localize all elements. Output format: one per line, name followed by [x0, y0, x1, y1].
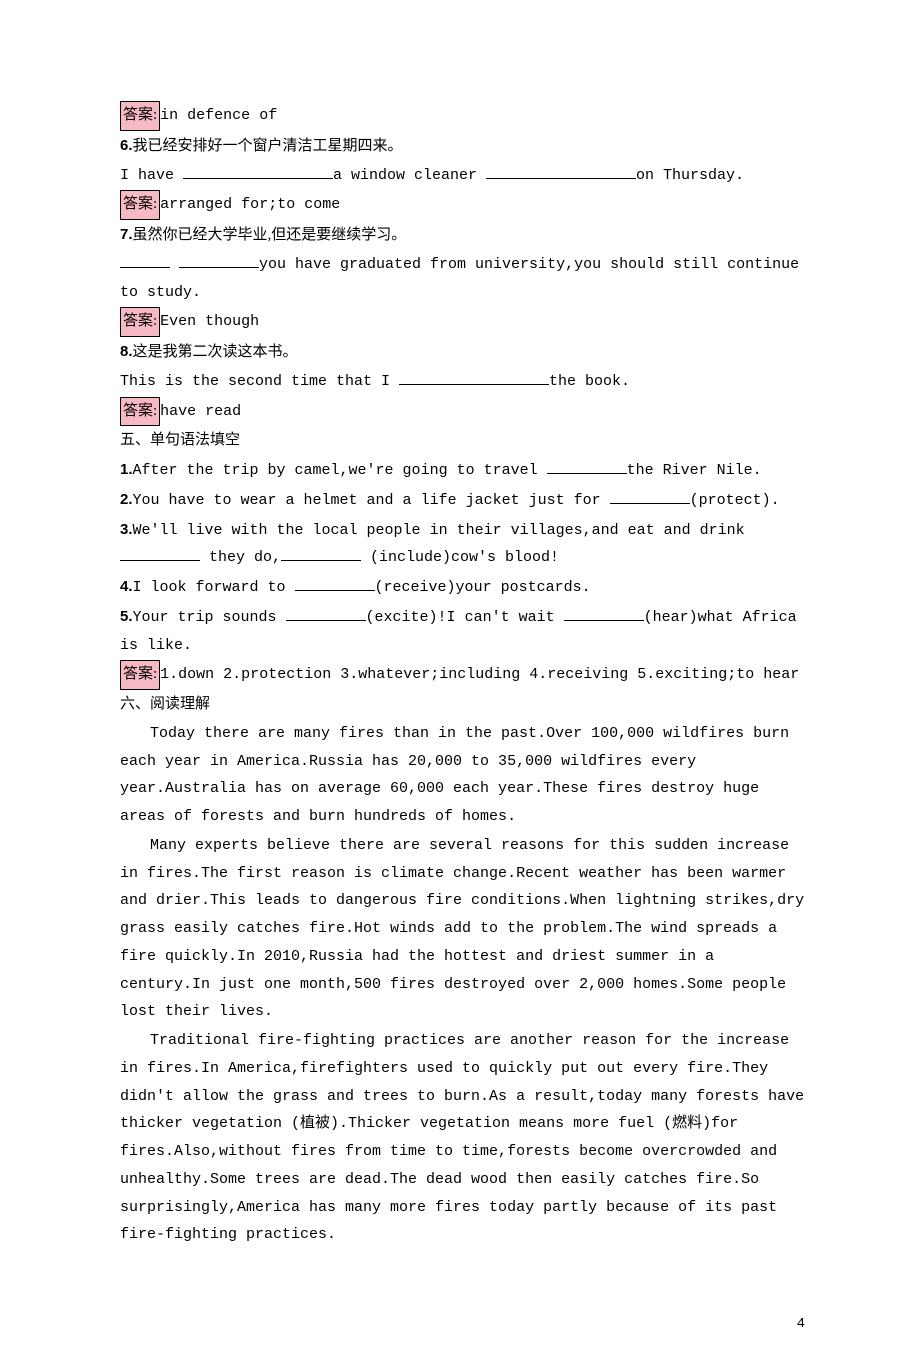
text-part: on Thursday.: [636, 167, 744, 184]
answer-8: 答案:have read: [120, 397, 810, 427]
page-number: 4: [797, 1312, 805, 1338]
item-number: 4.: [120, 578, 133, 595]
answer-text: in defence of: [160, 107, 277, 124]
text-part: Your trip sounds: [133, 609, 286, 626]
section-6-title: 六、阅读理解: [120, 691, 810, 719]
text-part: (excite)!I can't wait: [366, 609, 564, 626]
answer-label: 答案:: [120, 101, 160, 131]
question-text: 这是我第二次读这本书。: [133, 344, 298, 360]
question-7-cn: 7.虽然你已经大学毕业,但还是要继续学习。: [120, 221, 810, 250]
item-number: 6.: [120, 137, 133, 154]
question-8-cn: 8.这是我第二次读这本书。: [120, 338, 810, 367]
item-number: 3.: [120, 521, 133, 538]
fill-blank[interactable]: [120, 545, 200, 561]
text-part: I look forward to: [133, 579, 295, 596]
answer-text: have read: [160, 403, 241, 420]
fill-blank[interactable]: [183, 163, 333, 179]
grammar-item-4: 4.I look forward to (receive)your postca…: [120, 573, 810, 602]
answer-5: 答案:in defence of: [120, 101, 810, 131]
text-part: You have to wear a helmet and a life jac…: [133, 492, 610, 509]
section-5-title: 五、单句语法填空: [120, 427, 810, 455]
grammar-item-1: 1.After the trip by camel,we're going to…: [120, 456, 810, 485]
answer-6: 答案:arranged for;to come: [120, 190, 810, 220]
fill-blank[interactable]: [179, 252, 259, 268]
fill-blank[interactable]: [295, 575, 375, 591]
question-text: 虽然你已经大学毕业,但还是要继续学习。: [133, 227, 407, 243]
question-8-en: This is the second time that I the book.: [120, 368, 810, 396]
text-part: (protect).: [690, 492, 780, 509]
fill-blank[interactable]: [547, 458, 627, 474]
reading-paragraph-1: Today there are many fires than in the p…: [120, 720, 810, 831]
answer-7: 答案:Even though: [120, 307, 810, 337]
grammar-item-3: 3.We'll live with the local people in th…: [120, 516, 810, 573]
text-part: I have: [120, 167, 183, 184]
item-number: 1.: [120, 461, 133, 478]
text-part: This is the second time that I: [120, 373, 399, 390]
fill-blank[interactable]: [486, 163, 636, 179]
reading-paragraph-2: Many experts believe there are several r…: [120, 832, 810, 1026]
fill-blank[interactable]: [564, 605, 644, 621]
fill-blank[interactable]: [610, 488, 690, 504]
fill-blank[interactable]: [399, 369, 549, 385]
text-part: (receive)your postcards.: [375, 579, 591, 596]
item-number: 2.: [120, 491, 133, 508]
text-part: a window cleaner: [333, 167, 486, 184]
answer-text: 1.down 2.protection 3.whatever;including…: [160, 666, 799, 683]
question-6-cn: 6.我已经安排好一个窗户清洁工星期四来。: [120, 132, 810, 161]
question-7-en: you have graduated from university,you s…: [120, 251, 810, 307]
text-part: the River Nile.: [627, 462, 762, 479]
item-number: 7.: [120, 226, 133, 243]
answer-label: 答案:: [120, 307, 160, 337]
item-number: 5.: [120, 608, 133, 625]
grammar-item-2: 2.You have to wear a helmet and a life j…: [120, 486, 810, 515]
question-6-en: I have a window cleaner on Thursday.: [120, 162, 810, 190]
answer-label: 答案:: [120, 660, 160, 690]
document-page: 答案:in defence of 6.我已经安排好一个窗户清洁工星期四来。 I …: [0, 0, 920, 1360]
text-part: they do,: [200, 549, 281, 566]
text-part: the book.: [549, 373, 630, 390]
question-text: 我已经安排好一个窗户清洁工星期四来。: [133, 138, 403, 154]
answer-text: Even though: [160, 313, 259, 330]
text-part: We'll live with the local people in thei…: [133, 522, 745, 539]
fill-blank[interactable]: [120, 252, 170, 268]
answer-text: arranged for;to come: [160, 196, 340, 213]
fill-blank[interactable]: [281, 545, 361, 561]
fill-blank[interactable]: [286, 605, 366, 621]
answer-label: 答案:: [120, 397, 160, 427]
reading-paragraph-3: Traditional fire-fighting practices are …: [120, 1027, 810, 1249]
section-5-answers: 答案:1.down 2.protection 3.whatever;includ…: [120, 660, 810, 690]
text-part: After the trip by camel,we're going to t…: [133, 462, 547, 479]
grammar-item-5: 5.Your trip sounds (excite)!I can't wait…: [120, 603, 810, 660]
item-number: 8.: [120, 343, 133, 360]
text-part: (include)cow's blood!: [361, 549, 559, 566]
answer-label: 答案:: [120, 190, 160, 220]
